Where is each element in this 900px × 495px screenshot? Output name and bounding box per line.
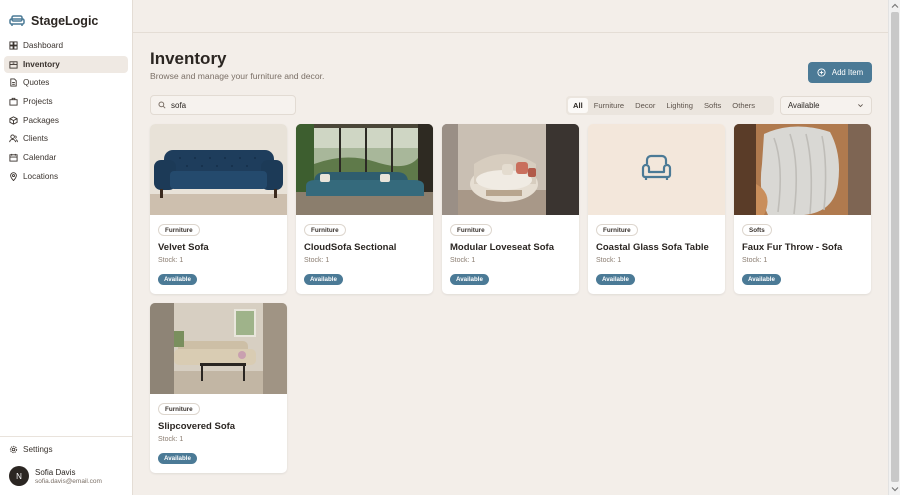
dashboard-icon — [9, 41, 18, 50]
sidebar-item-clients[interactable]: Clients — [4, 130, 128, 147]
sidebar-item-locations[interactable]: Locations — [4, 168, 128, 185]
item-stock: Stock: 1 — [596, 257, 622, 264]
item-name: Velvet Sofa — [158, 242, 209, 253]
sidebar-item-label: Inventory — [23, 59, 60, 69]
sidebar-item-dashboard[interactable]: Dashboard — [4, 37, 128, 54]
locations-icon — [10, 172, 17, 181]
tab-lighting[interactable]: Lighting — [661, 98, 698, 113]
user-profile[interactable]: N Sofia Davis sofia.davis@email.com — [0, 461, 132, 495]
sidebar-footer: Settings N Sofia Davis sofia.davis@email… — [0, 436, 132, 495]
sidebar-item-quotes[interactable]: Quotes — [4, 74, 128, 91]
scroll-up-arrow-icon[interactable] — [891, 2, 899, 10]
sidebar-item-label: Projects — [23, 97, 53, 107]
inventory-icon — [9, 61, 18, 69]
tab-others[interactable]: Others — [727, 98, 760, 113]
search-box[interactable] — [150, 95, 296, 115]
tab-softs[interactable]: Softs — [699, 98, 726, 113]
sidebar-item-label: Calendar — [23, 153, 57, 163]
sidebar-item-label: Packages — [23, 115, 59, 125]
item-name: Coastal Glass Sofa Table — [596, 242, 709, 253]
category-badge: Furniture — [596, 224, 638, 236]
item-name: Modular Loveseat Sofa — [450, 242, 554, 253]
item-stock: Stock: 1 — [450, 257, 476, 264]
throw-photo — [734, 124, 871, 215]
status-badge: Available — [596, 274, 635, 285]
quotes-icon — [10, 78, 17, 87]
sidebar-item-inventory[interactable]: Inventory — [4, 55, 128, 73]
tab-all[interactable]: All — [568, 98, 588, 113]
inventory-card[interactable]: Furniture CloudSofa Sectional Stock: 1 A… — [296, 124, 433, 294]
inventory-card[interactable]: Softs Faux Fur Throw - Sofa Stock: 1 Ava… — [734, 124, 871, 294]
sidebar-item-packages[interactable]: Packages — [4, 112, 128, 129]
clients-icon — [9, 134, 18, 143]
sofa-placeholder-icon — [588, 124, 725, 215]
app-name: StageLogic — [31, 13, 99, 28]
search-icon — [158, 101, 166, 109]
add-item-button[interactable]: Add Item — [808, 62, 872, 83]
user-name: Sofia Davis — [35, 467, 76, 477]
status-badge: Available — [158, 274, 197, 285]
availability-select[interactable]: Available — [780, 96, 872, 115]
user-email: sofia.davis@email.com — [35, 477, 102, 485]
item-name: Faux Fur Throw - Sofa — [742, 242, 843, 253]
sidebar-item-label: Clients — [23, 134, 49, 144]
chevron-down-icon — [858, 104, 863, 108]
sofa-logo-icon — [9, 14, 25, 26]
category-badge: Furniture — [450, 224, 492, 236]
gear-icon — [9, 445, 18, 453]
category-badge: Softs — [742, 224, 772, 236]
user-info: Sofia Davis sofia.davis@email.com — [35, 468, 102, 485]
item-stock: Stock: 1 — [158, 257, 184, 264]
tab-decor[interactable]: Decor — [630, 98, 660, 113]
inventory-card[interactable]: Furniture Coastal Glass Sofa Table Stock… — [588, 124, 725, 294]
loveseat-photo — [442, 124, 579, 215]
category-filter-tabs: All Furniture Decor Lighting Softs Other… — [566, 96, 774, 115]
page-title: Inventory — [150, 49, 227, 68]
packages-icon — [9, 116, 18, 125]
status-badge: Available — [742, 274, 781, 285]
item-name: CloudSofa Sectional — [304, 242, 397, 253]
search-input[interactable] — [171, 100, 291, 110]
avatar: N — [9, 466, 29, 486]
inventory-card[interactable]: Furniture Modular Loveseat Sofa Stock: 1… — [442, 124, 579, 294]
scroll-down-arrow-icon[interactable] — [891, 485, 899, 493]
projects-icon — [9, 97, 18, 106]
sidebar-item-projects[interactable]: Projects — [4, 93, 128, 110]
item-stock: Stock: 1 — [742, 257, 768, 264]
sidebar-item-label: Quotes — [23, 78, 50, 88]
brand[interactable]: StageLogic — [0, 0, 132, 32]
page-subtitle: Browse and manage your furniture and dec… — [150, 71, 325, 81]
status-badge: Available — [158, 453, 197, 464]
item-stock: Stock: 1 — [304, 257, 330, 264]
item-name: Slipcovered Sofa — [158, 421, 236, 432]
status-badge: Available — [450, 274, 489, 285]
plus-circle-icon — [817, 68, 826, 77]
image-placeholder — [588, 124, 725, 215]
category-badge: Furniture — [304, 224, 346, 236]
category-badge: Furniture — [158, 224, 200, 236]
calendar-icon — [9, 154, 18, 162]
item-stock: Stock: 1 — [158, 436, 184, 443]
inventory-card[interactable]: Furniture Velvet Sofa Stock: 1 Available — [150, 124, 287, 294]
inventory-card[interactable]: Furniture Slipcovered Sofa Stock: 1 Avai… — [150, 303, 287, 473]
sidebar-item-calendar[interactable]: Calendar — [4, 149, 128, 166]
sidebar-item-label: Dashboard — [23, 41, 64, 50]
slipcovered-photo — [150, 303, 287, 394]
velvet-sofa-photo — [150, 124, 287, 215]
status-badge: Available — [304, 274, 343, 285]
category-badge: Furniture — [158, 403, 200, 415]
vertical-scrollbar[interactable] — [888, 0, 900, 495]
sidebar-item-label: Locations — [23, 171, 59, 181]
sidebar-item-settings[interactable]: Settings — [0, 437, 132, 461]
sidebar: StageLogic Dashboard Inventory Quotes Pr… — [0, 0, 133, 495]
availability-select-value: Available — [788, 101, 820, 110]
add-item-label: Add Item — [831, 68, 864, 77]
settings-label: Settings — [23, 444, 53, 454]
top-bar — [133, 0, 888, 33]
sidebar-nav: Dashboard Inventory Quotes Projects Pack… — [0, 37, 132, 185]
cloudsofa-photo — [296, 124, 433, 215]
scrollbar-thumb[interactable] — [891, 12, 899, 482]
tab-furniture[interactable]: Furniture — [589, 98, 629, 113]
